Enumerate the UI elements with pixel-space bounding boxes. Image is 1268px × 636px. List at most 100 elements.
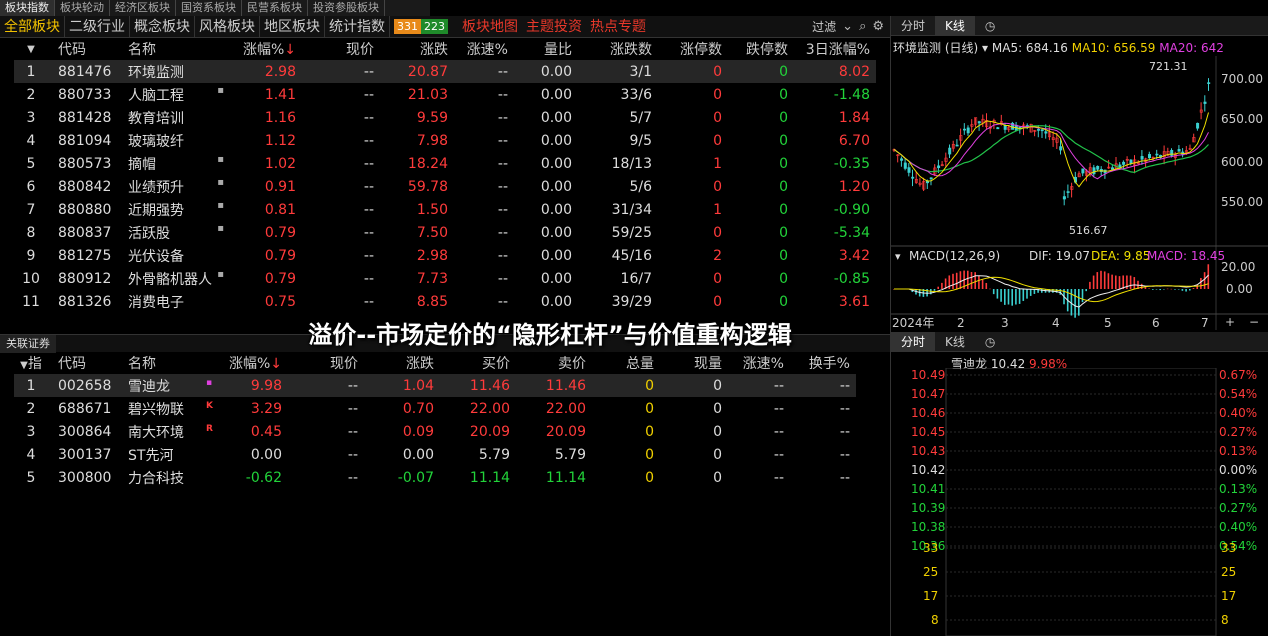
col-price[interactable]: 现价: [302, 38, 380, 60]
intraday-chart[interactable]: 10.49 10.47 10.46 10.45 10.43 10.42 10.41 10.39…: [891, 368, 1268, 636]
stock-marker: K: [206, 400, 213, 411]
sector-row[interactable]: 6 880842 业绩预升 ▪ 0.91 -- 59.78 -- 0.00 5/6 0 0 1.20: [14, 175, 876, 198]
tab-statistic-index[interactable]: 统计指数: [325, 15, 390, 38]
chevron-down-icon[interactable]: ▾: [895, 250, 901, 263]
search-icon[interactable]: ⌕: [859, 19, 866, 34]
sector-pct: 0.91: [264, 178, 296, 195]
macd-bar: [959, 271, 962, 289]
col-stock-change[interactable]: 涨跌: [364, 352, 440, 374]
sector-row[interactable]: 3 881428 教育培训 1.16 -- 9.59 -- 0.00 5/7 0 0 1.84: [14, 106, 876, 129]
col-updown-count[interactable]: 涨跌数: [578, 38, 658, 60]
sector-name: 业绩预升 ▪: [124, 175, 230, 198]
tab-region[interactable]: 地区板块: [260, 15, 325, 38]
col-3day-pct[interactable]: 3日涨幅%: [794, 38, 876, 60]
top-tab-5[interactable]: 投资参股板块: [308, 0, 385, 16]
candle-body: [1111, 167, 1115, 170]
tab-theme-invest[interactable]: 主题投资: [522, 16, 586, 38]
col-volume-ratio[interactable]: 量比: [514, 38, 578, 60]
tab-style[interactable]: 风格板块: [195, 15, 260, 38]
col-bid[interactable]: 买价: [440, 352, 516, 374]
col-speed[interactable]: 涨速%: [454, 38, 514, 60]
sector-table-header: ▼ 代码 名称 涨幅%↓ 现价 涨跌 涨速% 量比 涨跌数 涨停数 跌停数 3日…: [14, 38, 876, 60]
top-tab-3[interactable]: 国资系板块: [176, 0, 242, 16]
stock-turnover: --: [839, 469, 850, 486]
macd-bar: [1122, 275, 1124, 289]
col-stock-speed[interactable]: 涨速%: [728, 352, 790, 374]
tab-kline-2[interactable]: K线: [935, 332, 975, 352]
stock-change: 0.09: [402, 423, 434, 440]
stock-row[interactable]: 3 300864 南大环境 R 0.45 -- 0.09 20.09 20.09 0 0 -- --: [14, 420, 856, 443]
col-ask[interactable]: 卖价: [516, 352, 592, 374]
zoom-in-icon[interactable]: +: [1225, 315, 1235, 329]
stock-total-volume: 0: [645, 423, 654, 440]
col-pct[interactable]: 涨幅%↓: [230, 38, 302, 60]
zoom-out-icon[interactable]: −: [1249, 315, 1259, 329]
tab-kline[interactable]: K线: [935, 15, 975, 36]
pct-tick: 0.27%: [1219, 425, 1257, 439]
col-index[interactable]: ▼指: [14, 352, 54, 374]
sector-row[interactable]: 11 881326 消费电子 0.75 -- 8.85 -- 0.00 39/29 0 0 3.61: [14, 290, 876, 313]
sector-marker: ▪: [217, 268, 224, 280]
tab-intraday-active[interactable]: 分时: [891, 331, 936, 352]
col-code[interactable]: 代码: [54, 38, 124, 60]
volume-tick-left: 33: [923, 541, 938, 555]
col-current-volume[interactable]: 现量: [660, 352, 728, 374]
tab-sector-map[interactable]: 板块地图: [458, 16, 522, 38]
stock-row[interactable]: 5 300800 力合科技 -0.62 -- -0.07 11.14 11.14 0 0 -- --: [14, 466, 856, 489]
stock-row[interactable]: 1 002658 雪迪龙 ▪ 9.98 -- 1.04 11.46 11.46 0 0 -- --: [14, 374, 856, 397]
chevron-down-icon[interactable]: ⌄: [842, 19, 853, 34]
sector-row[interactable]: 1 881476 环境监测 2.98 -- 20.87 -- 0.00 3/1 0 0 8.02: [14, 60, 876, 83]
col-name[interactable]: 名称: [124, 38, 230, 60]
kline-candles: [892, 78, 1211, 206]
price-tick: 10.41: [911, 482, 945, 496]
top-tab-4[interactable]: 民营系板块: [242, 0, 308, 16]
tab-intraday[interactable]: 分时: [891, 16, 935, 36]
macd-bar: [1015, 289, 1017, 305]
sector-change: 2.98: [416, 247, 448, 264]
col-total-volume[interactable]: 总量: [592, 352, 660, 374]
sector-row[interactable]: 2 880733 人脑工程 ▪ 1.41 -- 21.03 -- 0.00 33/6 0 0 -1.48: [14, 83, 876, 106]
col-change[interactable]: 涨跌: [380, 38, 454, 60]
sector-name: 教育培训: [124, 106, 230, 129]
col-stock-pct[interactable]: 涨幅%↓: [206, 352, 288, 374]
col-turnover[interactable]: 换手%: [790, 352, 856, 374]
sector-row[interactable]: 7 880880 近期强势 ▪ 0.81 -- 1.50 -- 0.00 31/34 1 0 -0.90: [14, 198, 876, 221]
history-icon[interactable]: ◷: [975, 332, 1005, 352]
col-limit-down[interactable]: 跌停数: [728, 38, 794, 60]
sector-row[interactable]: 10 880912 外骨骼机器人 ▪ 0.79 -- 7.73 -- 0.00 16/7 0 0 -0.…: [14, 267, 876, 290]
top-tab-0[interactable]: 板块指数: [0, 0, 55, 16]
stock-ask: 11.14: [545, 469, 586, 486]
sector-row[interactable]: 4 881094 玻璃玻纤 1.12 -- 7.98 -- 0.00 9/5 0 0 6.70: [14, 129, 876, 152]
tab-hot-topics[interactable]: 热点专题: [586, 16, 650, 38]
top-tab-1[interactable]: 板块轮动: [55, 0, 110, 16]
tab-secondary-industry[interactable]: 二级行业: [65, 15, 130, 38]
stock-row[interactable]: 4 300137 ST先河 0.00 -- 0.00 5.79 5.79 0 0 -- --: [14, 443, 856, 466]
stock-change: 0.70: [402, 400, 434, 417]
pct-tick: 0.00%: [1219, 463, 1257, 477]
candle-body: [1207, 82, 1211, 84]
tab-all-sectors[interactable]: 全部板块: [0, 15, 65, 38]
sector-pct: 1.16: [264, 109, 296, 126]
stock-price: --: [347, 400, 358, 417]
col-stock-code[interactable]: 代码: [54, 352, 124, 374]
stock-code: 300137: [58, 446, 112, 463]
sector-code: 880837: [58, 224, 112, 241]
chevron-down-icon[interactable]: ▾: [982, 41, 988, 55]
gear-icon[interactable]: ⚙: [872, 19, 884, 34]
sector-row[interactable]: 5 880573 摘帽 ▪ 1.02 -- 18.24 -- 0.00 18/13 1 0 -0.35: [14, 152, 876, 175]
top-tab-2[interactable]: 经济区板块: [110, 0, 176, 16]
col-limit-up[interactable]: 涨停数: [658, 38, 728, 60]
filter-button[interactable]: 过滤: [812, 18, 836, 35]
sort-arrow-icon[interactable]: ▼: [14, 38, 54, 60]
col-stock-name[interactable]: 名称: [124, 352, 206, 374]
sector-code: 881476: [54, 60, 124, 83]
sector-row[interactable]: 8 880837 活跃股 ▪ 0.79 -- 7.50 -- 0.00 59/25 0 0 -5.34: [14, 221, 876, 244]
stock-row[interactable]: 2 688671 碧兴物联 K 3.29 -- 0.70 22.00 22.00 0 0 -- --: [14, 397, 856, 420]
sector-row[interactable]: 9 881275 光伏设备 0.79 -- 2.98 -- 0.00 45/16 2 0 3.42: [14, 244, 876, 267]
tab-concept[interactable]: 概念板块: [130, 15, 195, 38]
candle-body: [996, 127, 1000, 130]
history-icon[interactable]: ◷: [975, 16, 1005, 36]
macd-bar: [1059, 289, 1062, 295]
kline-chart[interactable]: 721.31 516.67 700.00 650.00 600.00 550.0…: [891, 56, 1268, 330]
col-stock-price[interactable]: 现价: [288, 352, 364, 374]
